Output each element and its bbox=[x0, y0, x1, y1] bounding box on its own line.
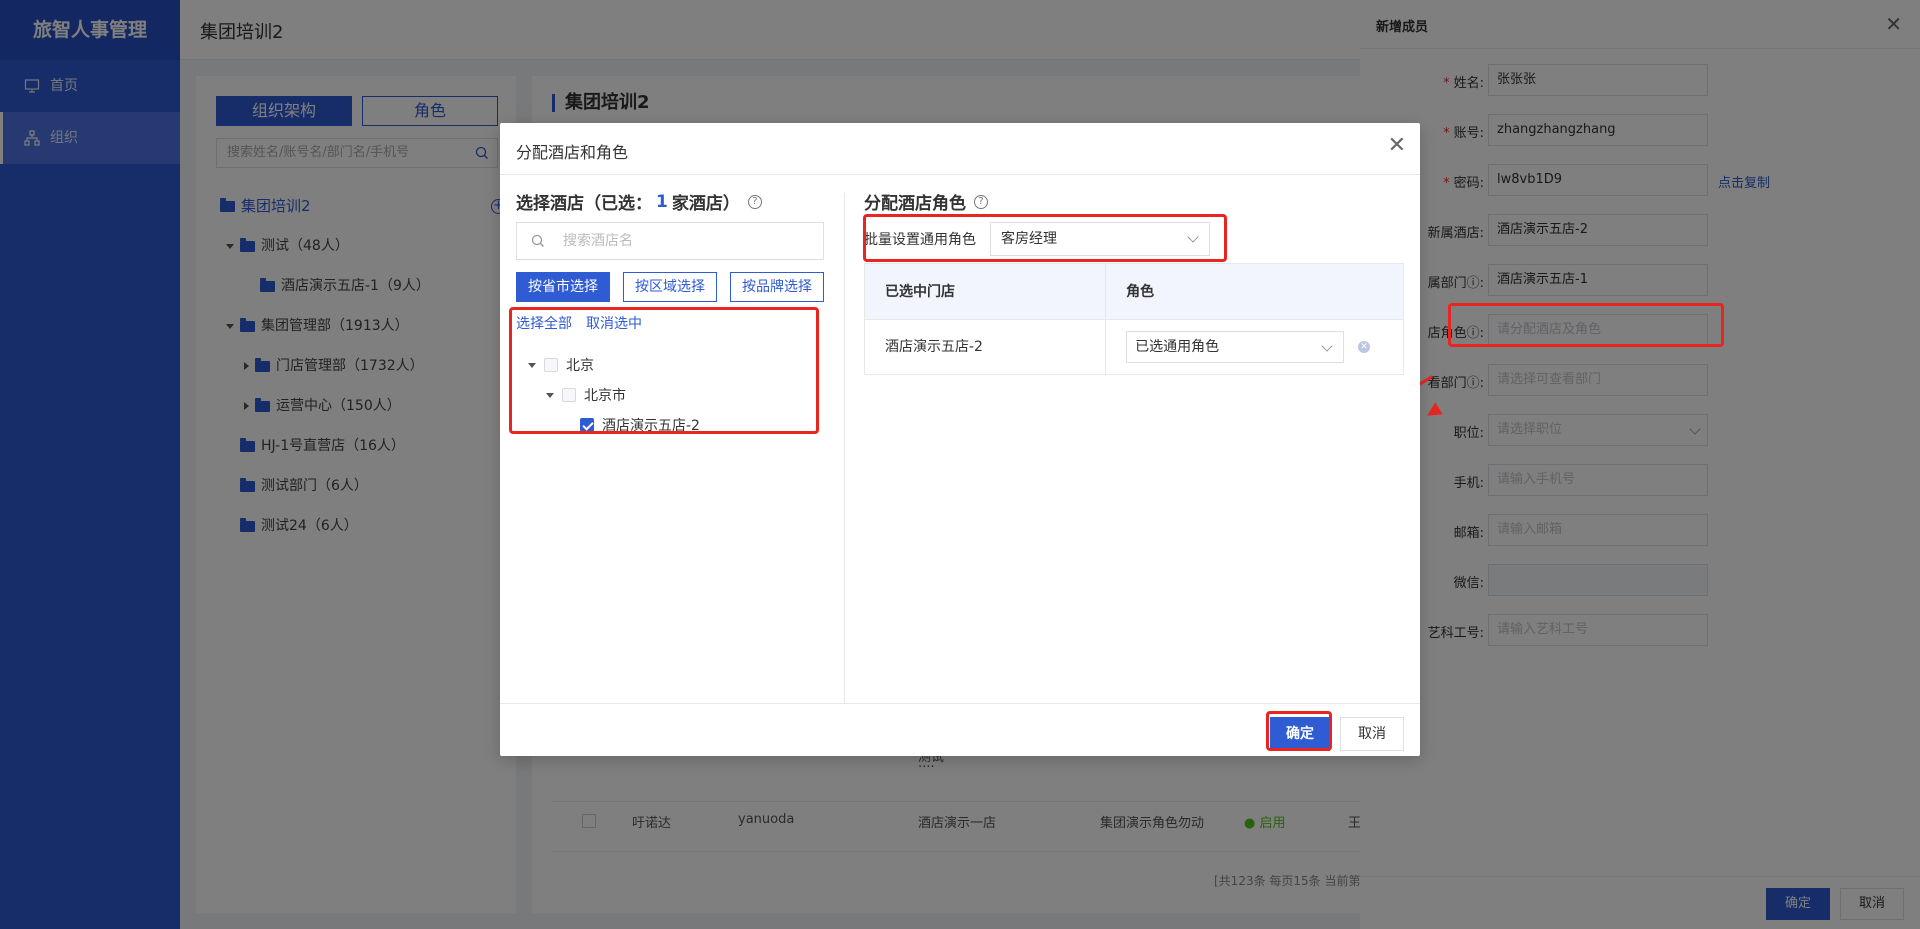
drawer-dim bbox=[1360, 0, 1920, 929]
help-icon[interactable]: ? bbox=[974, 194, 988, 209]
table-row: 酒店演示五店-2 已选通用角色 ✕ bbox=[865, 320, 1403, 374]
highlight-box-batch-role bbox=[863, 214, 1227, 262]
highlight-box-hotel-tree bbox=[509, 307, 819, 434]
search-placeholder: 搜索酒店名 bbox=[563, 233, 633, 249]
role-select[interactable]: 已选通用角色 bbox=[1126, 331, 1345, 363]
filter-by-province-button[interactable]: 按省市选择 bbox=[516, 272, 610, 302]
cancel-button[interactable]: 取消 bbox=[1340, 717, 1404, 751]
filter-by-region-button[interactable]: 按区域选择 bbox=[623, 272, 717, 302]
close-icon[interactable]: ✕ bbox=[1388, 135, 1406, 157]
assign-role-title: 分配酒店角色 ? bbox=[864, 189, 988, 214]
select-hotel-title: 选择酒店（已选： 1 家酒店） ? bbox=[516, 189, 762, 214]
hotel-search-input[interactable]: 搜索酒店名 bbox=[516, 222, 824, 260]
modal-title: 分配酒店和角色 bbox=[516, 143, 629, 162]
help-icon[interactable]: ? bbox=[747, 194, 762, 209]
clear-icon[interactable]: ✕ bbox=[1358, 341, 1371, 353]
highlight-box-hotel-role bbox=[1448, 303, 1724, 347]
column-header: 已选中门店 bbox=[865, 264, 1107, 319]
chevron-down-icon bbox=[1321, 340, 1333, 352]
highlight-box-confirm bbox=[1266, 711, 1332, 751]
filter-by-brand-button[interactable]: 按品牌选择 bbox=[730, 272, 824, 302]
search-icon bbox=[531, 234, 544, 247]
selected-store-table: 已选中门店 角色 酒店演示五店-2 已选通用角色 ✕ bbox=[864, 263, 1404, 375]
selected-count: 1 bbox=[656, 191, 668, 212]
store-cell: 酒店演示五店-2 bbox=[865, 320, 1107, 374]
column-header: 角色 bbox=[1126, 284, 1155, 300]
